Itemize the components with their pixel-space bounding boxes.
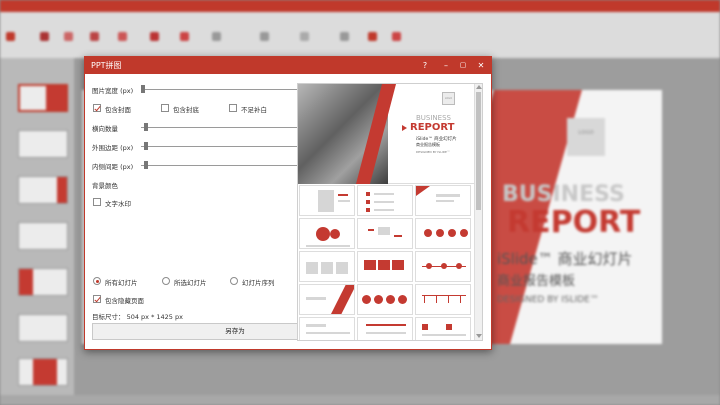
slide-thumbnail-pane <box>0 58 74 395</box>
include-cover-label: 包含封面 <box>105 106 131 114</box>
scrollbar-thumb[interactable] <box>476 92 481 210</box>
preview-slide-thumbnail <box>299 284 355 315</box>
preview-slide-thumbnail <box>357 251 413 282</box>
cover-logo: LOGO <box>442 92 455 105</box>
slider-handle[interactable] <box>144 161 148 169</box>
dialog-titlebar[interactable]: PPT拼图 ? – ▢ ✕ <box>85 57 491 74</box>
minimize-button[interactable]: – <box>439 59 453 72</box>
ribbon-icon <box>90 32 99 41</box>
app-titlebar <box>0 0 720 12</box>
ribbon-icon <box>150 32 159 41</box>
image-width-slider[interactable] <box>141 85 315 93</box>
preview-scrollbar[interactable] <box>474 84 482 340</box>
help-button[interactable]: ? <box>418 59 432 72</box>
cover-designed-by: DESIGNED BY ISLIDE™ <box>416 150 450 154</box>
scope-sequence-radio[interactable] <box>230 277 238 285</box>
maximize-button[interactable]: ▢ <box>456 59 470 72</box>
preview-slide-thumbnail <box>415 251 471 282</box>
slide-thumbnail <box>18 84 68 112</box>
slide-thumbnail <box>18 176 68 204</box>
scope-selected-radio[interactable] <box>162 277 170 285</box>
slide-designed-by: DESIGNED BY ISLIDE™ <box>497 295 599 305</box>
ribbon-icon <box>392 32 401 41</box>
ribbon-icon <box>40 32 49 41</box>
ribbon-icon <box>118 32 127 41</box>
scroll-down-arrow-icon[interactable] <box>476 334 482 338</box>
preview-slide-thumbnail <box>415 185 471 216</box>
preview-cover-slide: LOGO BUSINESS REPORT iSlide™ 商业幻灯片 商业报告模… <box>298 84 474 184</box>
preview-slide-thumbnail <box>415 284 471 315</box>
slide-subtitle-line2: 商业报告模板 <box>497 274 576 289</box>
app-ribbon <box>0 12 720 58</box>
play-arrow-icon <box>402 125 407 131</box>
ppt-collage-dialog: PPT拼图 ? – ▢ ✕ 图片宽度 (px) 500 + — 包含封面 包含封… <box>84 56 492 350</box>
preview-slide-thumbnail <box>357 317 413 340</box>
include-back-cover-label: 包含封底 <box>173 106 199 114</box>
scope-all-label: 所有幻灯片 <box>105 279 138 287</box>
slide-subtitle-line1: iSlide™ 商业幻灯片 <box>497 250 633 268</box>
slide-thumbnail <box>18 358 68 386</box>
ribbon-icon <box>340 32 349 41</box>
cover-title-line1: BUSINESS <box>416 114 451 122</box>
inner-spacing-slider[interactable] <box>141 161 315 169</box>
scroll-up-arrow-icon[interactable] <box>476 85 482 89</box>
ribbon-icon <box>260 32 269 41</box>
ribbon-icon <box>300 32 309 41</box>
columns-slider[interactable] <box>141 123 315 131</box>
target-size-text: 目标尺寸： 504 px * 1425 px <box>92 313 183 321</box>
close-button[interactable]: ✕ <box>474 59 488 72</box>
include-back-cover-checkbox[interactable] <box>161 104 169 112</box>
outer-margin-slider[interactable] <box>141 142 315 150</box>
slide-thumbnail <box>18 222 68 250</box>
slider-handle[interactable] <box>144 123 148 131</box>
no-padding-checkbox[interactable] <box>229 104 237 112</box>
text-watermark-checkbox[interactable] <box>93 198 101 206</box>
include-hidden-label: 包含隐藏页面 <box>105 297 144 305</box>
slide-thumbnail <box>18 314 68 342</box>
cover-subtitle-line2: 商业报告模板 <box>416 142 440 147</box>
text-watermark-label: 文字水印 <box>105 200 131 208</box>
cover-title-line2: REPORT <box>410 122 455 133</box>
ribbon-icon <box>368 32 377 41</box>
ribbon-icon <box>6 32 15 41</box>
outer-margin-label: 外围边距 (px) <box>92 144 134 152</box>
preview-slide-thumbnail <box>415 317 471 340</box>
preview-slide-thumbnail <box>299 251 355 282</box>
slider-handle[interactable] <box>144 142 148 150</box>
slide-thumbnail <box>18 130 68 158</box>
include-hidden-checkbox[interactable] <box>93 295 101 303</box>
preview-slide-thumbnail <box>357 185 413 216</box>
slide-title-line1: BUSINESS <box>502 182 625 207</box>
scope-sequence-label: 幻灯片序列 <box>242 279 275 287</box>
dialog-title: PPT拼图 <box>91 61 122 70</box>
inner-spacing-label: 内侧间距 (px) <box>92 163 134 171</box>
background-color-label: 背景颜色 <box>92 182 118 190</box>
no-padding-label: 不足补白 <box>241 106 267 114</box>
preview-slide-thumbnail <box>299 218 355 249</box>
scope-selected-label: 所选幻灯片 <box>174 279 207 287</box>
columns-label: 横向数量 <box>92 125 118 133</box>
slider-handle[interactable] <box>141 85 145 93</box>
preview-slide-thumbnail <box>357 284 413 315</box>
ribbon-icon <box>212 32 221 41</box>
slide-title-line2: REPORT <box>507 205 641 240</box>
app-statusbar <box>0 395 720 405</box>
slide-thumbnail <box>18 268 68 296</box>
ribbon-icon <box>180 32 189 41</box>
preview-slide-thumbnail <box>299 185 355 216</box>
preview-slide-thumbnail <box>357 218 413 249</box>
image-width-label: 图片宽度 (px) <box>92 87 134 95</box>
preview-slide-thumbnail <box>415 218 471 249</box>
include-cover-checkbox[interactable] <box>93 104 101 112</box>
preview-slide-thumbnail <box>299 317 355 340</box>
scope-all-radio[interactable] <box>93 277 101 285</box>
ribbon-icon <box>64 32 73 41</box>
slide-logo: LOGO <box>567 118 605 156</box>
collage-preview[interactable]: LOGO BUSINESS REPORT iSlide™ 商业幻灯片 商业报告模… <box>297 83 483 341</box>
